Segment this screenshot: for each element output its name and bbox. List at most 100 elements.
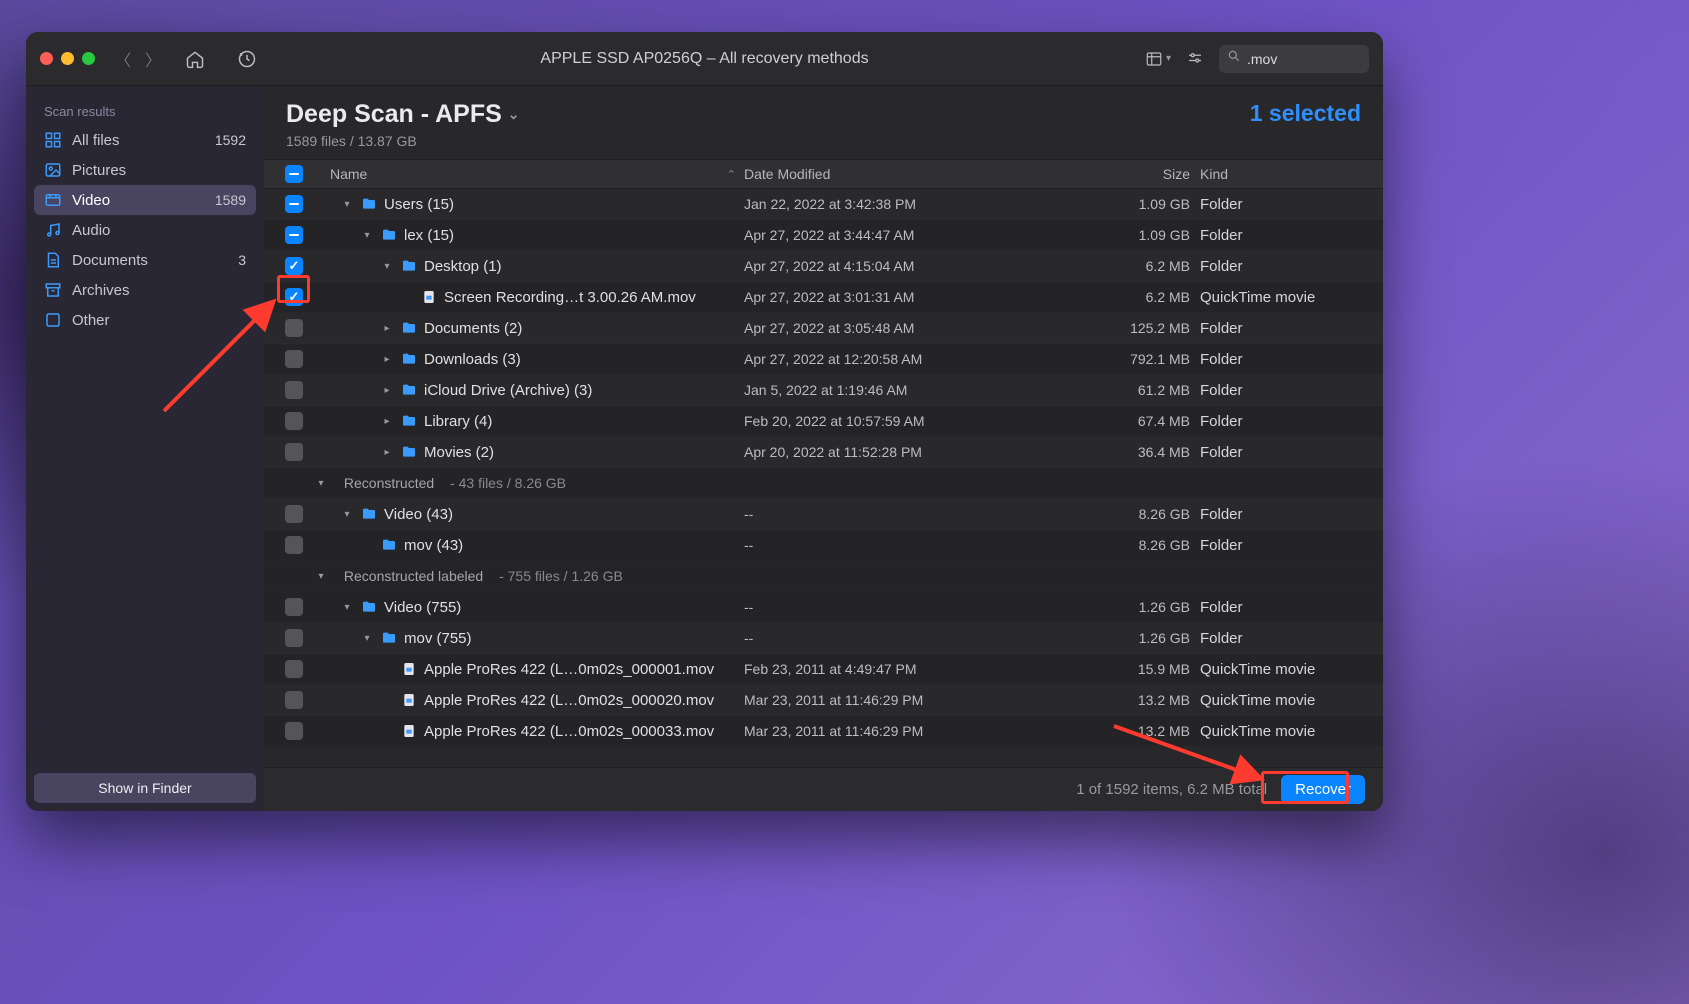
file-kind: Folder bbox=[1200, 196, 1373, 213]
row-checkbox[interactable] bbox=[285, 505, 303, 523]
disclosure-icon[interactable]: ▸ bbox=[380, 354, 394, 365]
disclosure-icon[interactable]: ▾ bbox=[360, 230, 374, 241]
minimize-window-button[interactable] bbox=[61, 52, 74, 65]
scan-title[interactable]: Deep Scan - APFS ⌄ bbox=[286, 100, 520, 129]
file-kind: Folder bbox=[1200, 630, 1373, 647]
row-checkbox[interactable] bbox=[285, 226, 303, 244]
file-size: 67.4 MB bbox=[980, 413, 1200, 429]
file-row[interactable]: Apple ProRes 422 (L…0m02s_000020.mov Mar… bbox=[264, 685, 1383, 716]
column-date[interactable]: Date Modified bbox=[744, 166, 980, 182]
view-options-button[interactable]: ▾ bbox=[1144, 50, 1171, 68]
row-checkbox[interactable] bbox=[285, 598, 303, 616]
row-checkbox[interactable] bbox=[285, 319, 303, 337]
file-row[interactable]: ▸ iCloud Drive (Archive) (3) Jan 5, 2022… bbox=[264, 375, 1383, 406]
sidebar-item-audio[interactable]: Audio bbox=[34, 215, 256, 245]
disclosure-icon[interactable]: ▾ bbox=[314, 571, 328, 582]
search-field[interactable]: ✕ bbox=[1219, 45, 1369, 73]
file-size: 1.26 GB bbox=[980, 599, 1200, 615]
folder-icon bbox=[400, 319, 418, 337]
disclosure-icon[interactable]: ▸ bbox=[380, 323, 394, 334]
sidebar-item-label: Documents bbox=[72, 252, 148, 269]
folder-icon bbox=[360, 505, 378, 523]
sidebar-item-other[interactable]: Other bbox=[34, 305, 256, 335]
file-kind: Folder bbox=[1200, 537, 1373, 554]
row-checkbox[interactable] bbox=[285, 536, 303, 554]
sidebar-item-pictures[interactable]: Pictures bbox=[34, 155, 256, 185]
row-checkbox[interactable] bbox=[285, 660, 303, 678]
date-modified: Mar 23, 2011 at 11:46:29 PM bbox=[744, 723, 980, 739]
row-checkbox[interactable] bbox=[285, 722, 303, 740]
file-name: Video (755) bbox=[384, 599, 461, 616]
sidebar-item-label: Archives bbox=[72, 282, 130, 299]
disclosure-icon[interactable]: ▸ bbox=[380, 385, 394, 396]
maximize-window-button[interactable] bbox=[82, 52, 95, 65]
file-row[interactable]: ▾ Video (755) -- 1.26 GB Folder bbox=[264, 592, 1383, 623]
date-modified: Jan 22, 2022 at 3:42:38 PM bbox=[744, 196, 980, 212]
sidebar-item-archives[interactable]: Archives bbox=[34, 275, 256, 305]
row-checkbox[interactable] bbox=[285, 629, 303, 647]
date-modified: Jan 5, 2022 at 1:19:46 AM bbox=[744, 382, 980, 398]
recover-button[interactable]: Recover bbox=[1281, 775, 1365, 804]
sidebar-item-count: 1589 bbox=[215, 192, 246, 208]
file-row[interactable]: ▾ lex (15) Apr 27, 2022 at 3:44:47 AM 1.… bbox=[264, 220, 1383, 251]
file-name: Screen Recording…t 3.00.26 AM.mov bbox=[444, 289, 696, 306]
file-row[interactable]: ▸ Documents (2) Apr 27, 2022 at 3:05:48 … bbox=[264, 313, 1383, 344]
disclosure-icon[interactable]: ▸ bbox=[380, 416, 394, 427]
search-input[interactable] bbox=[1247, 51, 1383, 67]
date-modified: Apr 27, 2022 at 3:01:31 AM bbox=[744, 289, 980, 305]
row-checkbox[interactable] bbox=[285, 412, 303, 430]
column-kind[interactable]: Kind bbox=[1200, 166, 1373, 182]
file-row[interactable]: ▾ Desktop (1) Apr 27, 2022 at 4:15:04 AM… bbox=[264, 251, 1383, 282]
file-row[interactable]: ▸ Downloads (3) Apr 27, 2022 at 12:20:58… bbox=[264, 344, 1383, 375]
disclosure-icon[interactable]: ▾ bbox=[340, 199, 354, 210]
sidebar-item-count: 3 bbox=[238, 252, 246, 268]
row-checkbox[interactable] bbox=[285, 257, 303, 275]
filter-button[interactable] bbox=[1185, 50, 1205, 68]
file-row[interactable]: ▸ Movies (2) Apr 20, 2022 at 11:52:28 PM… bbox=[264, 437, 1383, 468]
file-row[interactable]: ▾ Video (43) -- 8.26 GB Folder bbox=[264, 499, 1383, 530]
column-size[interactable]: Size bbox=[980, 166, 1200, 182]
disclosure-icon[interactable]: ▸ bbox=[380, 447, 394, 458]
file-row[interactable]: mov (43) -- 8.26 GB Folder bbox=[264, 530, 1383, 561]
home-icon[interactable] bbox=[185, 49, 205, 69]
disclosure-icon[interactable]: ▾ bbox=[360, 633, 374, 644]
select-all-checkbox[interactable] bbox=[285, 165, 303, 183]
row-checkbox[interactable] bbox=[285, 195, 303, 213]
sidebar-item-label: Pictures bbox=[72, 162, 126, 179]
file-list[interactable]: ▾ Users (15) Jan 22, 2022 at 3:42:38 PM … bbox=[264, 189, 1383, 767]
close-window-button[interactable] bbox=[40, 52, 53, 65]
section-header[interactable]: ▾ Reconstructed labeled - 755 files / 1.… bbox=[264, 561, 1383, 592]
row-checkbox[interactable] bbox=[285, 288, 303, 306]
section-header[interactable]: ▾ Reconstructed - 43 files / 8.26 GB bbox=[264, 468, 1383, 499]
file-size: 13.2 MB bbox=[980, 723, 1200, 739]
file-row[interactable]: ▸ Library (4) Feb 20, 2022 at 10:57:59 A… bbox=[264, 406, 1383, 437]
row-checkbox[interactable] bbox=[285, 691, 303, 709]
date-modified: Apr 27, 2022 at 4:15:04 AM bbox=[744, 258, 980, 274]
sidebar-item-label: All files bbox=[72, 132, 120, 149]
scan-title-text: Deep Scan - APFS bbox=[286, 100, 502, 129]
file-kind: Folder bbox=[1200, 227, 1373, 244]
sidebar-item-all-files[interactable]: All files 1592 bbox=[34, 125, 256, 155]
row-checkbox[interactable] bbox=[285, 381, 303, 399]
disclosure-icon[interactable]: ▾ bbox=[314, 478, 328, 489]
row-checkbox[interactable] bbox=[285, 443, 303, 461]
column-name[interactable]: Name ⌃ bbox=[314, 166, 744, 182]
rescan-icon[interactable] bbox=[237, 49, 257, 69]
disclosure-icon[interactable]: ▾ bbox=[380, 261, 394, 272]
disclosure-icon[interactable]: ▾ bbox=[340, 509, 354, 520]
show-in-finder-button[interactable]: Show in Finder bbox=[34, 773, 256, 803]
sidebar-item-documents[interactable]: Documents 3 bbox=[34, 245, 256, 275]
file-row[interactable]: Apple ProRes 422 (L…0m02s_000033.mov Mar… bbox=[264, 716, 1383, 747]
file-row[interactable]: Apple ProRes 422 (L…0m02s_000001.mov Feb… bbox=[264, 654, 1383, 685]
file-row[interactable]: ▾ mov (755) -- 1.26 GB Folder bbox=[264, 623, 1383, 654]
nav-forward-button[interactable]: 〉 bbox=[145, 47, 161, 71]
file-row[interactable]: ▾ Users (15) Jan 22, 2022 at 3:42:38 PM … bbox=[264, 189, 1383, 220]
folder-icon bbox=[400, 350, 418, 368]
file-row[interactable]: Screen Recording…t 3.00.26 AM.mov Apr 27… bbox=[264, 282, 1383, 313]
disclosure-icon[interactable]: ▾ bbox=[340, 602, 354, 613]
nav-back-button[interactable]: 〈 bbox=[115, 47, 131, 71]
sidebar-item-video[interactable]: Video 1589 bbox=[34, 185, 256, 215]
file-kind: Folder bbox=[1200, 506, 1373, 523]
row-checkbox[interactable] bbox=[285, 350, 303, 368]
window-title: APPLE SSD AP0256Q – All recovery methods bbox=[540, 50, 868, 68]
